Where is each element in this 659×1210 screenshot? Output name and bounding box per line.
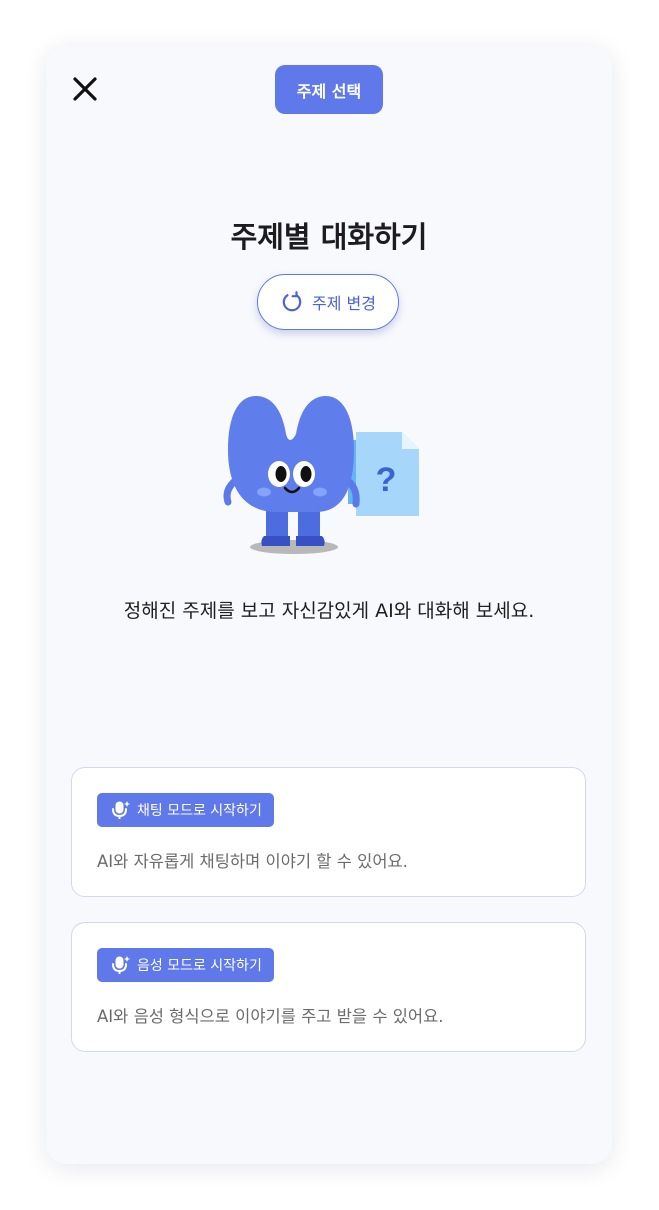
change-topic-label: 주제 변경 bbox=[312, 294, 376, 313]
page-title: 주제별 대화하기 bbox=[230, 220, 428, 254]
chat-mode-description: AI와 자유롭게 채팅하며 이야기 할 수 있어요. bbox=[97, 852, 408, 871]
mic-sparkle-icon bbox=[111, 955, 131, 975]
topic-selection-panel: 주제 선택 주제별 대화하기 주제 변경 ? 정해진 주제를 보고 자신감있게 … bbox=[46, 46, 612, 1164]
voice-mode-description: AI와 음성 형식으로 이야기를 주고 받을 수 있어요. bbox=[97, 1007, 444, 1026]
mic-sparkle-icon bbox=[111, 800, 131, 820]
svg-text:?: ? bbox=[376, 461, 397, 499]
chat-mode-card[interactable]: 채팅 모드로 시작하기 AI와 자유롭게 채팅하며 이야기 할 수 있어요. bbox=[71, 767, 586, 897]
chat-mode-start-button[interactable]: 채팅 모드로 시작하기 bbox=[97, 793, 274, 827]
mascot-illustration: ? bbox=[216, 390, 426, 560]
header-title-badge: 주제 선택 bbox=[275, 65, 383, 114]
voice-mode-card[interactable]: 음성 모드로 시작하기 AI와 음성 형식으로 이야기를 주고 받을 수 있어요… bbox=[71, 922, 586, 1052]
refresh-icon bbox=[280, 290, 304, 314]
close-button[interactable] bbox=[70, 74, 100, 104]
voice-mode-label: 음성 모드로 시작하기 bbox=[137, 958, 262, 974]
close-icon bbox=[73, 77, 97, 101]
description-text: 정해진 주제를 보고 자신감있게 AI와 대화해 보세요. bbox=[123, 600, 535, 622]
change-topic-button[interactable]: 주제 변경 bbox=[257, 274, 399, 330]
chat-mode-label: 채팅 모드로 시작하기 bbox=[137, 803, 262, 819]
voice-mode-start-button[interactable]: 음성 모드로 시작하기 bbox=[97, 948, 274, 982]
